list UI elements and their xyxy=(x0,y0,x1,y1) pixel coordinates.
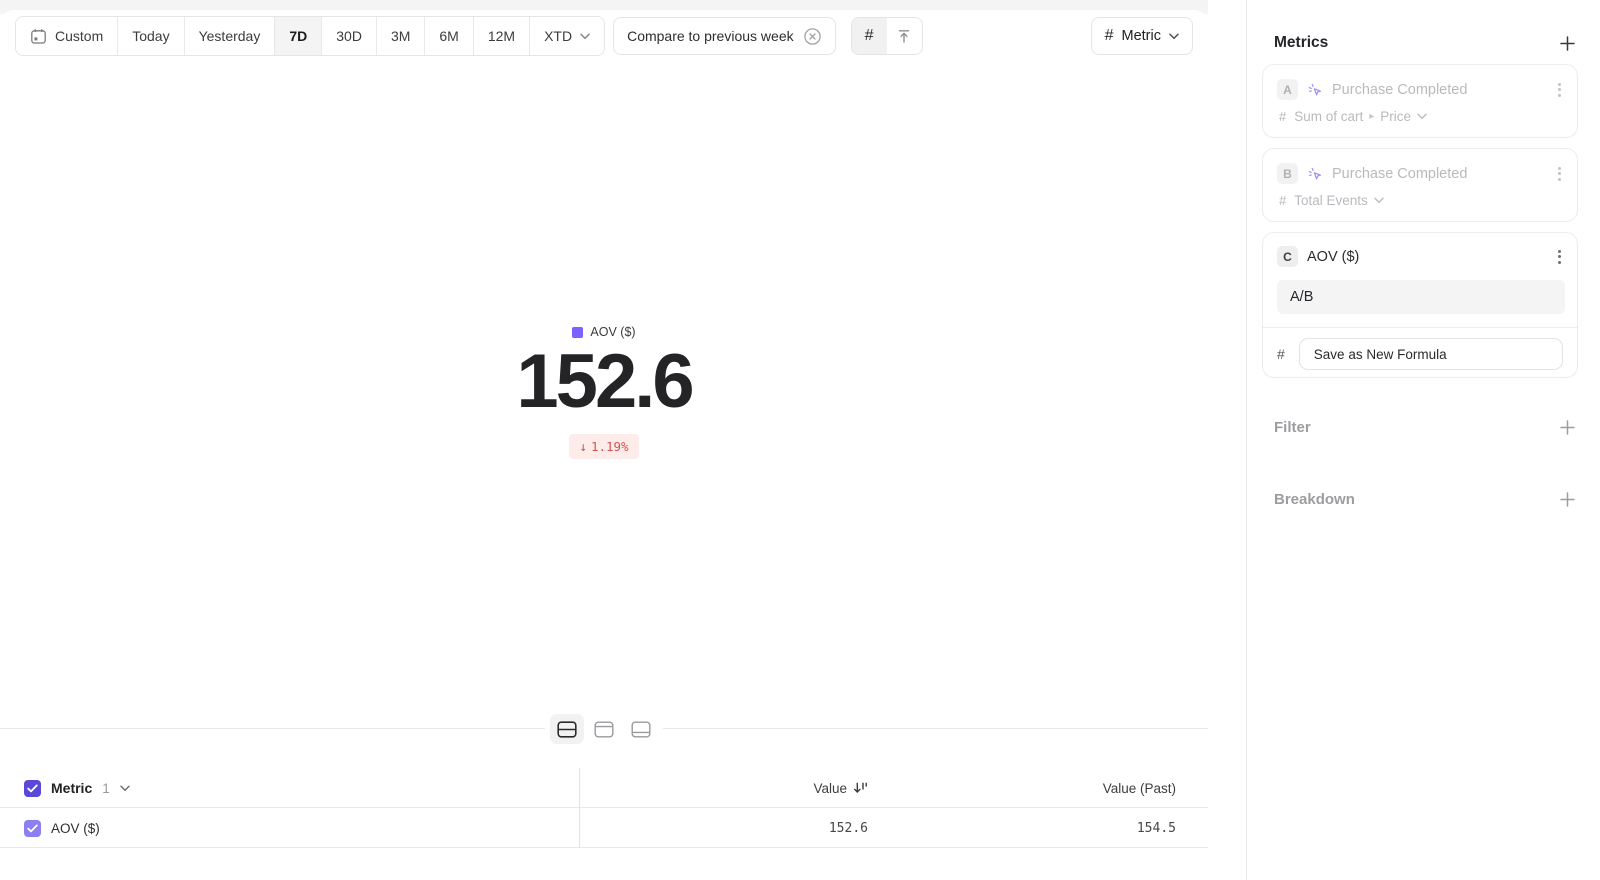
change-badge-row: ↓ 1.19% xyxy=(0,434,1208,459)
date-range-xtd[interactable]: XTD xyxy=(530,17,604,55)
circle-x-icon[interactable] xyxy=(803,27,822,46)
save-as-new-formula-button[interactable]: Save as New Formula xyxy=(1299,338,1563,370)
metric-column-count: 1 xyxy=(102,781,110,796)
event-click-icon xyxy=(1307,166,1323,182)
kebab-menu-icon[interactable] xyxy=(1556,165,1563,183)
chevron-down-icon xyxy=(1374,197,1384,204)
formula-name[interactable]: AOV ($) xyxy=(1307,249,1359,265)
kebab-menu-icon[interactable] xyxy=(1556,248,1563,266)
row-value: 152.6 xyxy=(829,821,868,836)
hash-icon: # xyxy=(1279,110,1286,123)
date-range-selector: Custom Today Yesterday 7D 30D 3M 6M 12M … xyxy=(15,16,605,56)
change-percent: 1.19% xyxy=(591,439,629,454)
compare-chip-label: Compare to previous week xyxy=(627,28,794,44)
metric-letter-badge: A xyxy=(1277,79,1298,100)
date-range-7d[interactable]: 7D xyxy=(275,17,322,55)
table-header: Metric 1 Value Value (Past) xyxy=(0,768,1208,808)
hash-icon: # xyxy=(1105,28,1114,44)
layout-panel-bottom-button[interactable] xyxy=(624,714,658,744)
breakdown-section-header: Breakdown xyxy=(1274,487,1576,511)
table-column-divider xyxy=(579,768,580,848)
metric-dropdown-label: Metric xyxy=(1122,28,1161,44)
metric-letter-badge: C xyxy=(1277,246,1298,267)
metric-event-name[interactable]: Purchase Completed xyxy=(1332,166,1467,182)
row-metric-label: AOV ($) xyxy=(51,821,100,836)
view-toggle: # xyxy=(851,17,923,55)
chevron-down-icon[interactable] xyxy=(120,785,130,792)
legend-label: AOV ($) xyxy=(590,325,635,339)
metric-dropdown-button[interactable]: # Metric xyxy=(1091,17,1193,55)
date-range-custom[interactable]: Custom xyxy=(16,17,118,55)
add-filter-button[interactable] xyxy=(1559,419,1576,436)
metric-aggregation[interactable]: Total Events xyxy=(1294,193,1384,208)
layout-panel-bottom-icon xyxy=(631,721,651,738)
value-past-column-header[interactable]: Value (Past) xyxy=(1103,781,1176,796)
legend-swatch xyxy=(572,327,583,338)
row-value-past: 154.5 xyxy=(1137,821,1176,836)
hash-icon: # xyxy=(865,28,874,44)
sort-descending-icon[interactable] xyxy=(853,781,868,795)
date-range-3m[interactable]: 3M xyxy=(377,17,425,55)
breakdown-section-title: Breakdown xyxy=(1274,491,1355,508)
metric-column-label: Metric xyxy=(51,780,92,796)
formula-input[interactable] xyxy=(1277,280,1565,314)
filter-section-header: Filter xyxy=(1274,415,1576,439)
layout-split-button[interactable] xyxy=(550,714,584,744)
chart-legend: AOV ($) xyxy=(0,325,1208,339)
arrow-down-icon: ↓ xyxy=(579,439,587,454)
metric-card-c[interactable]: C AOV ($) # Save as New Formula xyxy=(1262,232,1578,378)
change-badge: ↓ 1.19% xyxy=(569,434,638,459)
arrow-up-to-line-icon xyxy=(896,28,912,44)
view-toggle-number[interactable]: # xyxy=(852,18,887,54)
caret-right-icon: ▸ xyxy=(1369,111,1374,122)
event-click-icon xyxy=(1307,82,1323,98)
date-range-30d[interactable]: 30D xyxy=(322,17,377,55)
layout-split-icon xyxy=(557,721,577,738)
metric-card-b[interactable]: B Purchase Completed # Total Events xyxy=(1262,148,1578,222)
analytics-report-screen: Custom Today Yesterday 7D 30D 3M 6M 12M … xyxy=(0,0,1600,880)
metric-letter-badge: B xyxy=(1277,163,1298,184)
calendar-icon xyxy=(30,28,47,45)
filter-section-title: Filter xyxy=(1274,419,1311,436)
date-range-6m[interactable]: 6M xyxy=(425,17,473,55)
chevron-down-icon xyxy=(1169,33,1179,40)
layout-panel-top-button[interactable] xyxy=(587,714,621,744)
metric-aggregation[interactable]: Sum of cart ▸ Price xyxy=(1294,109,1427,124)
add-metric-button[interactable] xyxy=(1559,35,1576,52)
query-builder-sidebar: Metrics A Purchase Completed # xyxy=(1246,0,1600,880)
toolbar: Custom Today Yesterday 7D 30D 3M 6M 12M … xyxy=(15,16,1193,56)
metrics-section-title: Metrics xyxy=(1274,34,1328,52)
date-range-today[interactable]: Today xyxy=(118,17,184,55)
kebab-menu-icon[interactable] xyxy=(1556,81,1563,99)
metrics-section-header: Metrics xyxy=(1274,31,1576,55)
metric-event-name[interactable]: Purchase Completed xyxy=(1332,82,1467,98)
date-range-12m[interactable]: 12M xyxy=(474,17,530,55)
layout-panel-top-icon xyxy=(594,721,614,738)
big-number-value: 152.6 xyxy=(0,344,1208,420)
add-breakdown-button[interactable] xyxy=(1559,491,1576,508)
table-row: AOV ($) 152.6 154.5 xyxy=(0,808,1208,848)
date-range-yesterday[interactable]: Yesterday xyxy=(185,17,276,55)
view-toggle-lift[interactable] xyxy=(887,18,922,54)
chevron-down-icon xyxy=(580,33,590,40)
hash-icon: # xyxy=(1279,194,1286,207)
date-range-label: Custom xyxy=(55,28,103,44)
metric-card-a[interactable]: A Purchase Completed # Sum of cart ▸ Pri… xyxy=(1262,64,1578,138)
compare-chip[interactable]: Compare to previous week xyxy=(613,17,836,55)
select-all-checkbox[interactable] xyxy=(24,780,41,797)
value-column-header[interactable]: Value xyxy=(813,781,847,796)
row-checkbox[interactable] xyxy=(24,820,41,837)
hash-icon: # xyxy=(1277,347,1285,361)
main-panel: Custom Today Yesterday 7D 30D 3M 6M 12M … xyxy=(0,10,1208,880)
chevron-down-icon xyxy=(1417,113,1427,120)
layout-toggle xyxy=(545,710,663,748)
